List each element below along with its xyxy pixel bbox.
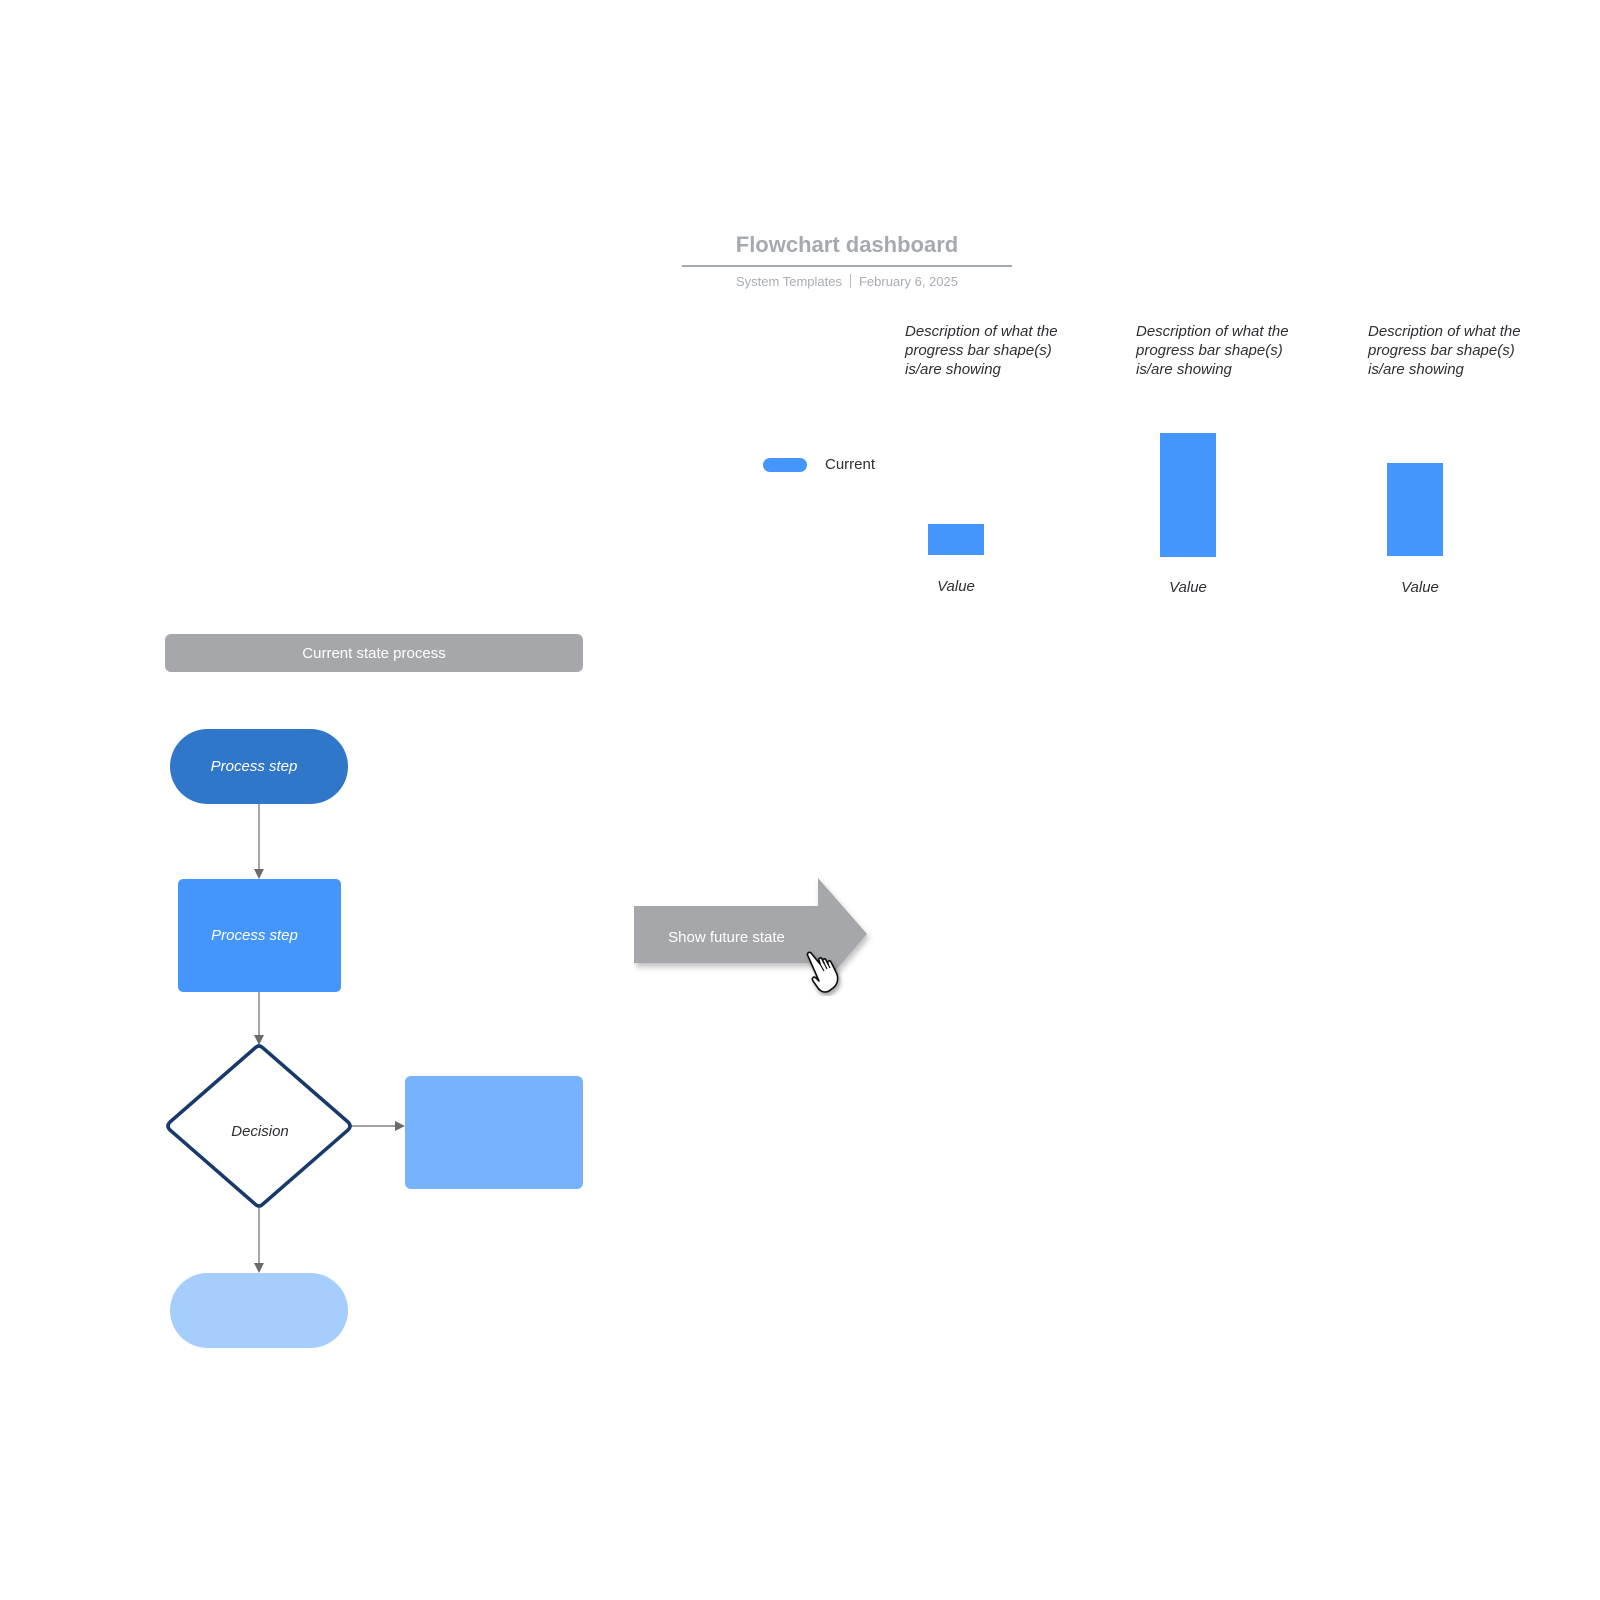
hand-pointer-icon — [806, 951, 839, 993]
progress-bar-2 — [1160, 433, 1216, 557]
start-terminal[interactable]: Process step — [170, 729, 348, 804]
value-label-2: Value — [1169, 579, 1207, 596]
value-label-1: Value — [937, 578, 975, 595]
branch-process-box[interactable] — [405, 1076, 583, 1189]
process-step-box[interactable]: Process step — [178, 879, 341, 992]
progress-bar-1 — [928, 524, 984, 555]
decision-label: Decision — [231, 1123, 289, 1140]
section-header-current-state: Current state process — [165, 634, 583, 672]
progress-bar-chart — [928, 433, 1443, 557]
end-terminal[interactable] — [170, 1273, 348, 1348]
show-future-state-label: Show future state — [668, 928, 785, 946]
progress-bar-3 — [1387, 463, 1443, 556]
value-label-3: Value — [1401, 579, 1439, 596]
